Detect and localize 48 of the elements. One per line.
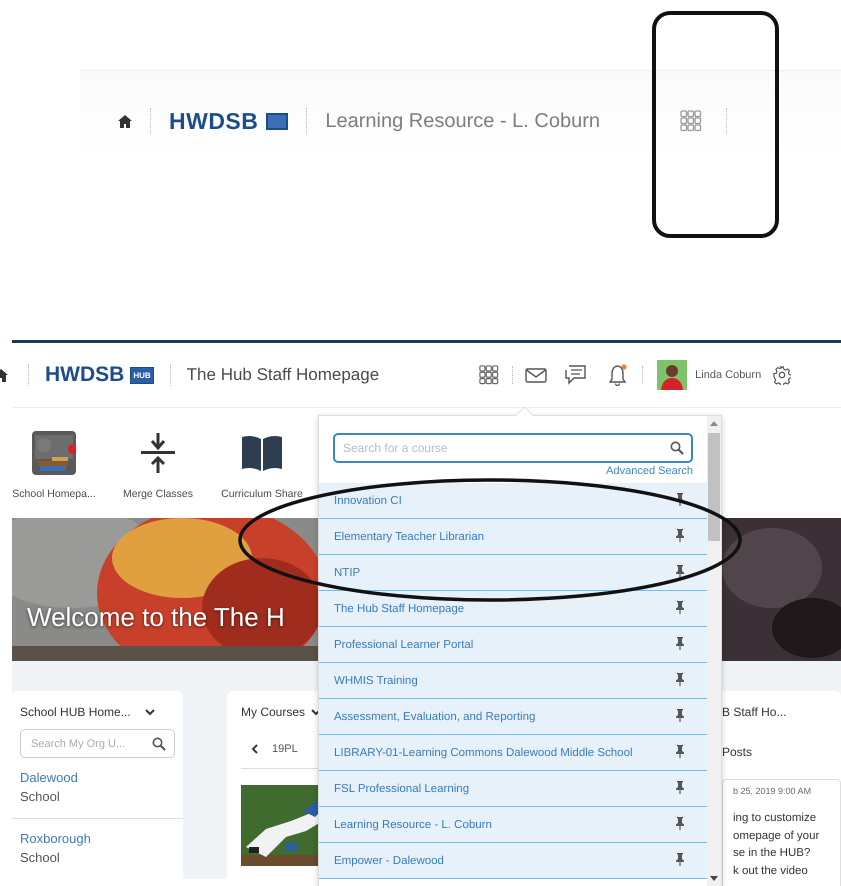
course-name[interactable]: Professional Learner Portal — [334, 638, 474, 650]
course-name[interactable]: NTIP — [334, 566, 360, 578]
course-item[interactable]: NTIP — [319, 555, 707, 591]
course-name[interactable]: Empower - Dalewood — [334, 854, 444, 866]
post-date: b 25, 2019 9:00 AM — [733, 786, 812, 796]
widget-title: B Staff Ho... — [722, 705, 788, 719]
section-heading: Posts — [722, 745, 754, 759]
org-type: School — [20, 789, 61, 804]
course-item[interactable]: Assessment, Evaluation, and Reporting — [319, 699, 707, 735]
advanced-search-link[interactable]: Advanced Search — [606, 465, 693, 477]
course-name[interactable]: Assessment, Evaluation, and Reporting — [334, 710, 536, 722]
widget-title: My Courses — [241, 705, 306, 719]
page-title: Learning Resource - L. Coburn — [325, 110, 600, 132]
logo-badge: HUB — [130, 366, 154, 384]
post-text: omepage of your — [733, 828, 820, 844]
course-name[interactable]: LIBRARY-01-Learning Commons Dalewood Middle School — [334, 746, 633, 758]
search-field[interactable]: Search for a course — [333, 433, 693, 463]
course-item[interactable]: Empower - Dalewood — [319, 843, 707, 879]
course-name[interactable]: The Hub Staff Homepage — [334, 602, 464, 614]
course-item[interactable]: Professional Learner Portal — [319, 627, 707, 663]
post-text: ing to customize — [733, 811, 818, 826]
course-name[interactable]: Elementary Teacher Librarian — [334, 530, 484, 542]
logo[interactable]: HWDSB — [45, 363, 124, 387]
org-link[interactable]: Roxborough — [20, 831, 183, 846]
org-link[interactable]: Dalewood — [20, 770, 183, 785]
course-name[interactable]: WHMIS Training — [334, 674, 418, 686]
logo[interactable]: HWDSB — [169, 108, 258, 134]
org-type: School — [20, 850, 61, 865]
course-name[interactable]: Innovation CI — [334, 494, 402, 506]
course-item[interactable]: LIBRARY-01-Learning Commons Dalewood Middle School — [319, 735, 707, 771]
post-text: k out the video — [733, 864, 809, 878]
search-field[interactable]: Search My Org U... — [20, 729, 175, 758]
course-tab[interactable]: 19PL — [272, 743, 298, 755]
course-item[interactable]: Elementary Teacher Librarian — [319, 519, 707, 555]
course-item[interactable]: WHMIS Training — [319, 663, 707, 699]
nav-label[interactable]: Curriculum Share — [221, 488, 303, 500]
course-item[interactable]: The Hub Staff Homepage — [319, 591, 707, 627]
course-item[interactable]: Innovation CI — [319, 483, 707, 519]
course-name[interactable]: FSL Professional Learning — [334, 782, 470, 794]
user-name[interactable]: Linda Coburn — [695, 369, 762, 381]
course-item[interactable]: FSL Professional Learning — [319, 771, 707, 807]
course-name[interactable]: Learning Resource - L. Coburn — [334, 818, 492, 830]
nav-label[interactable]: School Homepa... — [12, 488, 96, 500]
nav-label[interactable]: Merge Classes — [122, 488, 194, 500]
course-item[interactable]: Learning Resource - L. Coburn — [319, 807, 707, 843]
post-text: se in the HUB? — [733, 846, 812, 861]
widget-title: School HUB Home... — [20, 705, 131, 719]
page-title: The Hub Staff Homepage — [186, 365, 380, 385]
